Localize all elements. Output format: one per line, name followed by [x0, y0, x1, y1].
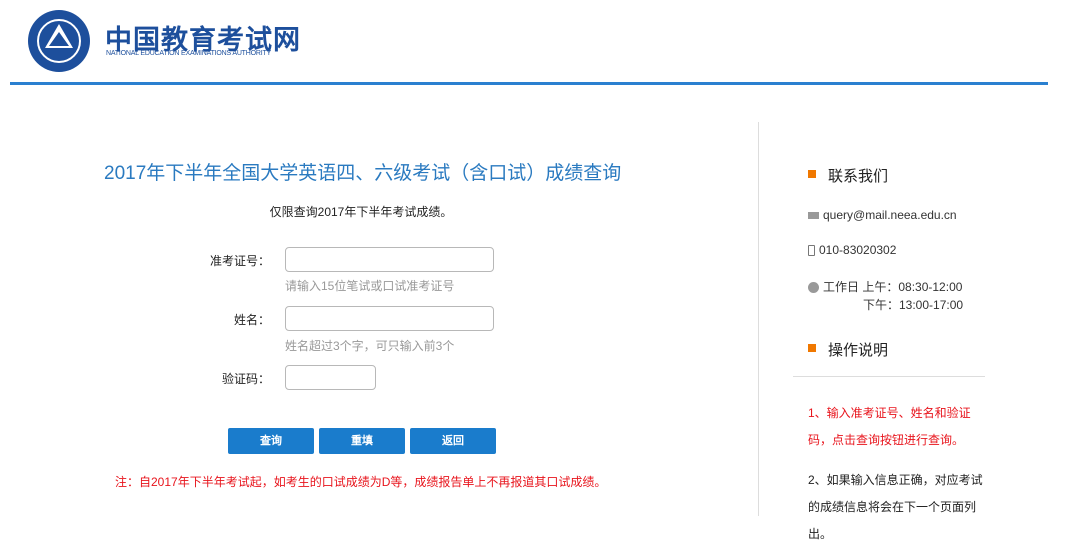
help-divider — [793, 376, 985, 377]
exam-id-hint: 请输入15位笔试或口试准考证号 — [285, 279, 455, 293]
page-title: 2017年下半年全国大学英语四、六级考试（含口试）成绩查询 — [104, 163, 622, 184]
help-step-2: 2、如果输入信息正确，对应考试的成绩信息将会在下一个页面列出。 — [808, 473, 983, 541]
sidebar-divider — [758, 122, 759, 516]
contact-hours-pm: 下午：13:00-17:00 — [863, 298, 964, 312]
phone-icon — [808, 245, 815, 257]
captcha-label: 验证码： — [221, 372, 270, 386]
name-hint: 姓名超过3个字，可只输入前3个 — [285, 339, 455, 353]
page-subtitle: 仅限查询2017年下半年考试成绩。 — [269, 205, 453, 219]
help-title: 操作说明 — [828, 342, 889, 359]
clock-icon — [808, 282, 819, 294]
bullet-icon — [808, 170, 816, 178]
query-button[interactable]: 查询 — [228, 428, 314, 454]
mail-icon — [808, 212, 819, 220]
captcha-input[interactable] — [285, 365, 376, 390]
site-name-en: NATIONAL EDUCATION EXAMINATIONS AUTHORIT… — [106, 50, 272, 57]
contact-title: 联系我们 — [828, 168, 889, 185]
back-button[interactable]: 返回 — [410, 428, 496, 454]
oral-exam-note: 注：自2017年下半年考试起，如考生的口试成绩为D等，成绩报告单上不再报道其口试… — [115, 475, 607, 489]
name-input[interactable] — [285, 306, 494, 331]
contact-phone: 010-83020302 — [808, 243, 896, 257]
name-label: 姓名： — [233, 313, 270, 327]
reset-button[interactable]: 重填 — [319, 428, 405, 454]
header-divider — [10, 82, 1048, 85]
neea-logo — [28, 10, 90, 72]
exam-id-label: 准考证号： — [209, 254, 270, 268]
contact-email: query@mail.neea.edu.cn — [808, 208, 957, 222]
contact-hours: 工作日 上午：08:30-12:00 — [808, 278, 962, 295]
bullet-icon — [808, 344, 816, 352]
help-step-1: 1、输入准考证号、姓名和验证码，点击查询按钮进行查询。 — [808, 406, 971, 447]
exam-id-input[interactable] — [285, 247, 494, 272]
